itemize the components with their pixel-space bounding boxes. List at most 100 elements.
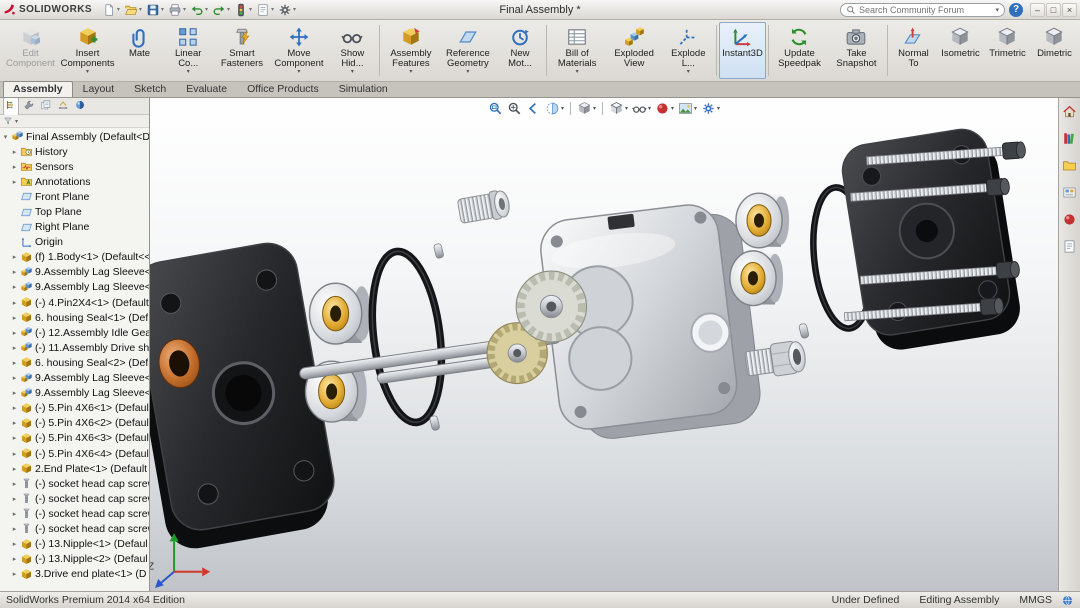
tree-expander-icon[interactable]: ▸ [11,268,18,276]
undo-dropdown-icon[interactable]: ▾ [205,6,208,13]
redo-dropdown-icon[interactable]: ▾ [227,6,230,13]
tree-item-9-assembly-lag-sleeve[interactable]: ▸ 9.Assembly Lag Sleeve< [0,371,149,386]
tree-expander-icon[interactable]: ▸ [11,299,18,307]
chevron-down-icon[interactable]: ▾ [466,69,469,75]
rebuild-button[interactable]: ▾ [232,2,254,18]
tree-expander-icon[interactable]: ▾ [2,133,9,141]
design-library-button[interactable] [1061,130,1078,150]
tree-item-final-assembly-default-d[interactable]: ▾ Final Assembly (Default<D [0,129,149,144]
tab-evaluate[interactable]: Evaluate [176,81,237,97]
ribbon-smart-fasteners-button[interactable]: Smart Fasteners [213,22,270,79]
tree-item-5-pin-4x6-3-defaul[interactable]: ▸ (-) 5.Pin 4X6<3> (Defaul [0,431,149,446]
tree-item-5-pin-4x6-1-defaul[interactable]: ▸ (-) 5.Pin 4X6<1> (Defaul [0,401,149,416]
tree-expander-icon[interactable]: ▸ [11,389,18,397]
hide-show-items-button[interactable]: ▾ [631,100,652,117]
ribbon-trimetric-button[interactable]: Trimetric [984,22,1031,79]
tree-item-9-assembly-lag-sleeve[interactable]: ▸ 9.Assembly Lag Sleeve< [0,280,149,295]
tree-expander-icon[interactable]: ▸ [11,283,18,291]
plug-fitting[interactable] [457,189,511,226]
ribbon-take-snapshot-button[interactable]: Take Snapshot [828,22,885,79]
tree-expander-icon[interactable]: ▸ [11,163,18,171]
custom-properties-button[interactable] [1061,238,1078,258]
tree-item-front-plane[interactable]: Front Plane [0,189,149,204]
chevron-down-icon[interactable]: ▾ [687,69,690,75]
chevron-down-icon[interactable]: ▾ [576,69,579,75]
ribbon-dimetric-button[interactable]: Dimetric [1031,22,1078,79]
ribbon-instant3d-button[interactable]: Instant3D [718,22,766,79]
tree-item-4-pin2x4-1-default[interactable]: ▸ (-) 4.Pin2X4<1> (Default [0,295,149,310]
tree-item-annotations[interactable]: ▸ Annotations [0,174,149,189]
view-orientation-button[interactable]: ▾ [576,100,597,117]
tree-item-f-1-body-1-default[interactable]: ▸ (f) 1.Body<1> (Default<< [0,250,149,265]
dowel-pin-3[interactable] [798,323,810,339]
tree-item-socket-head-cap-screw[interactable]: ▸ (-) socket head cap screw [0,521,149,536]
ribbon-bill-of-materials-button[interactable]: Bill of Materials ▾ [549,22,606,79]
display-style-button[interactable]: ▾ [608,100,629,117]
filter-row[interactable]: ▾ [0,115,149,128]
chevron-down-icon[interactable]: ▾ [86,69,89,75]
tree-item-9-assembly-lag-sleeve[interactable]: ▸ 9.Assembly Lag Sleeve< [0,265,149,280]
tree-item-socket-head-cap-screw[interactable]: ▸ (-) socket head cap screw [0,491,149,506]
tree-item-origin[interactable]: Origin [0,235,149,250]
tree-expander-icon[interactable]: ▸ [11,419,18,427]
tree-item-socket-head-cap-screw[interactable]: ▸ (-) socket head cap screw [0,506,149,521]
tree-item-5-pin-4x6-2-defaul[interactable]: ▸ (-) 5.Pin 4X6<2> (Defaul [0,416,149,431]
tree-item-5-pin-4x6-4-defaul[interactable]: ▸ (-) 5.Pin 4X6<4> (Defaul [0,446,149,461]
tab-simulation[interactable]: Simulation [329,81,398,97]
ribbon-normal-to-button[interactable]: Normal To [890,22,937,79]
tree-expander-icon[interactable]: ▸ [11,359,18,367]
dowel-pin-1[interactable] [433,243,444,259]
file-explorer-button[interactable] [1061,157,1078,177]
chevron-down-icon[interactable]: ▾ [648,105,651,112]
configuration-manager-tab[interactable] [39,98,53,115]
tree-expander-icon[interactable]: ▸ [11,495,18,503]
ribbon-mate-button[interactable]: Mate [116,22,163,79]
chevron-down-icon[interactable]: ▾ [717,105,720,112]
ribbon-reference-geometry-button[interactable]: Reference Geometry ▾ [439,22,496,79]
community-search-input[interactable] [859,3,993,16]
display-manager-tab[interactable] [73,98,87,115]
open-document-dropdown-icon[interactable]: ▾ [139,6,142,13]
tree-item-13-nipple-2-defaul[interactable]: ▸ (-) 13.Nipple<2> (Defaul [0,552,149,567]
tree-expander-icon[interactable]: ▸ [11,570,18,578]
redo-button[interactable]: ▾ [210,2,232,18]
ribbon-edit-component-button[interactable]: Edit Component [2,22,59,79]
tree-item-history[interactable]: ▸ History [0,144,149,159]
tree-item-socket-head-cap-screw[interactable]: ▸ (-) socket head cap screw [0,476,149,491]
tree-expander-icon[interactable]: ▸ [11,555,18,563]
tree-expander-icon[interactable]: ▸ [11,329,18,337]
open-document-button[interactable]: ▾ [122,2,144,18]
tree-expander-icon[interactable]: ▸ [11,374,18,382]
tree-item-3-drive-end-plate-1-d[interactable]: ▸ 3.Drive end plate<1> (D [0,567,149,582]
bearing-sleeve-4[interactable] [729,250,784,307]
tree-item-12-assembly-idle-gea[interactable]: ▸ (-) 12.Assembly Idle Gea [0,325,149,340]
tree-item-2-end-plate-1-default[interactable]: ▸ 2.End Plate<1> (Default [0,461,149,476]
tree-expander-icon[interactable]: ▸ [11,525,18,533]
edit-appearance-button[interactable]: ▾ [654,100,675,117]
tab-layout[interactable]: Layout [73,81,125,97]
ribbon-update-speedpak-button[interactable]: Update Speedpak [771,22,828,79]
community-search[interactable]: ▾ [840,2,1005,17]
appearances-scenes-button[interactable] [1061,211,1078,231]
chevron-down-icon[interactable]: ▾ [297,69,300,75]
chevron-down-icon[interactable]: ▾ [694,105,697,112]
file-properties-dropdown-icon[interactable]: ▾ [271,6,274,13]
options-button[interactable]: ▾ [276,2,298,18]
view-palette-button[interactable] [1061,184,1078,204]
chevron-down-icon[interactable]: ▾ [409,69,412,75]
tree-item-6-housing-seal-1-def[interactable]: ▸ 6. housing Seal<1> (Def [0,310,149,325]
chevron-down-icon[interactable]: ▾ [561,105,564,112]
save-button[interactable]: ▾ [144,2,166,18]
tree-expander-icon[interactable]: ▸ [11,404,18,412]
solidworks-resources-button[interactable] [1061,103,1078,123]
undo-button[interactable]: ▾ [188,2,210,18]
chevron-down-icon[interactable]: ▾ [187,69,190,75]
tree-item-9-assembly-lag-sleeve[interactable]: ▸ 9.Assembly Lag Sleeve< [0,386,149,401]
ribbon-new-mot-button[interactable]: New Mot... [496,22,543,79]
rebuild-dropdown-icon[interactable]: ▾ [249,6,252,13]
tree-expander-icon[interactable]: ▸ [11,434,18,442]
tree-expander-icon[interactable]: ▸ [11,253,18,261]
search-dropdown-icon[interactable]: ▾ [995,6,999,14]
tree-item-6-housing-seal-2-def[interactable]: ▸ 6. housing Seal<2> (Def [0,355,149,370]
chevron-down-icon[interactable]: ▾ [625,105,628,112]
